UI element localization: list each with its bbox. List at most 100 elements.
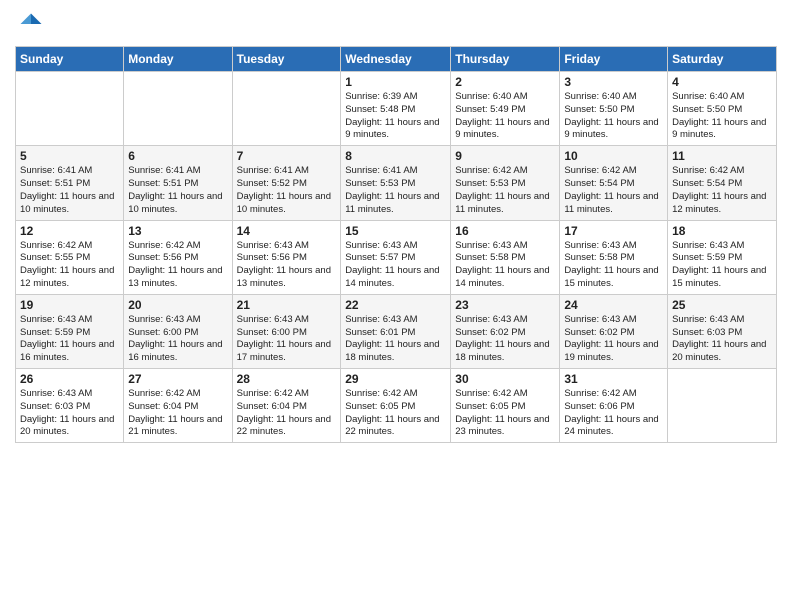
day-number: 13 <box>128 224 227 238</box>
day-info: Sunrise: 6:42 AM Sunset: 6:04 PM Dayligh… <box>237 388 337 439</box>
page: SundayMondayTuesdayWednesdayThursdayFrid… <box>0 0 792 612</box>
day-info: Sunrise: 6:43 AM Sunset: 5:59 PM Dayligh… <box>672 240 772 291</box>
day-number: 19 <box>20 298 119 312</box>
day-cell: 13Sunrise: 6:42 AM Sunset: 5:56 PM Dayli… <box>124 220 232 294</box>
day-cell: 30 Sunrise: 6:42 AM Sunset: 6:05 PM Dayli… <box>451 369 560 443</box>
day-number: 27 <box>128 372 227 386</box>
day-cell <box>16 72 124 146</box>
day-cell: 21 Sunrise: 6:43 AM Sunset: 6:00 PM Dayli… <box>232 294 341 368</box>
day-number: 3 <box>564 75 663 89</box>
day-info: Sunrise: 6:43 AM Sunset: 6:00 PM Dayligh… <box>237 314 337 365</box>
day-info: Sunrise: 6:40 AM Sunset: 5:50 PM Dayligh… <box>564 91 663 142</box>
weekday-header-wednesday: Wednesday <box>341 47 451 72</box>
day-cell: 18 Sunrise: 6:43 AM Sunset: 5:59 PM Dayli… <box>668 220 777 294</box>
day-cell: 26 Sunrise: 6:43 AM Sunset: 6:03 PM Dayli… <box>16 369 124 443</box>
day-cell: 27 Sunrise: 6:42 AM Sunset: 6:04 PM Dayli… <box>124 369 232 443</box>
day-number: 26 <box>20 372 119 386</box>
day-cell: 7 Sunrise: 6:41 AM Sunset: 5:52 PM Daylig… <box>232 146 341 220</box>
week-row-3: 12 Sunrise: 6:42 AM Sunset: 5:55 PM Dayli… <box>16 220 777 294</box>
day-number: 2 <box>455 75 555 89</box>
day-info: Sunrise: 6:40 AM Sunset: 5:50 PM Dayligh… <box>672 91 772 142</box>
day-cell: 3 Sunrise: 6:40 AM Sunset: 5:50 PM Daylig… <box>560 72 668 146</box>
day-cell <box>668 369 777 443</box>
day-number: 7 <box>237 149 337 163</box>
day-number: 20 <box>128 298 227 312</box>
day-number: 18 <box>672 224 772 238</box>
day-info: Sunrise: 6:41 AM Sunset: 5:52 PM Dayligh… <box>237 165 337 216</box>
day-number: 5 <box>20 149 119 163</box>
day-number: 17 <box>564 224 663 238</box>
week-row-1: 1 Sunrise: 6:39 AM Sunset: 5:48 PM Daylig… <box>16 72 777 146</box>
day-number: 24 <box>564 298 663 312</box>
day-cell: 12 Sunrise: 6:42 AM Sunset: 5:55 PM Dayli… <box>16 220 124 294</box>
day-number: 1 <box>345 75 446 89</box>
day-cell: 8 Sunrise: 6:41 AM Sunset: 5:53 PM Daylig… <box>341 146 451 220</box>
day-cell: 6 Sunrise: 6:41 AM Sunset: 5:51 PM Daylig… <box>124 146 232 220</box>
day-cell <box>124 72 232 146</box>
day-info: Sunrise: 6:43 AM Sunset: 5:57 PM Dayligh… <box>345 240 446 291</box>
day-info: Sunrise: 6:43 AM Sunset: 6:01 PM Dayligh… <box>345 314 446 365</box>
day-info: Sunrise: 6:42 AM Sunset: 6:05 PM Dayligh… <box>455 388 555 439</box>
day-info: Sunrise: 6:42 AM Sunset: 5:53 PM Dayligh… <box>455 165 555 216</box>
calendar: SundayMondayTuesdayWednesdayThursdayFrid… <box>15 46 777 443</box>
day-cell: 16Sunrise: 6:43 AM Sunset: 5:58 PM Dayli… <box>451 220 560 294</box>
day-number: 6 <box>128 149 227 163</box>
day-info: Sunrise: 6:42 AM Sunset: 6:05 PM Dayligh… <box>345 388 446 439</box>
day-info: Sunrise: 6:42 AM Sunset: 6:04 PM Dayligh… <box>128 388 227 439</box>
day-number: 30 <box>455 372 555 386</box>
weekday-header-thursday: Thursday <box>451 47 560 72</box>
day-number: 9 <box>455 149 555 163</box>
day-cell: 9 Sunrise: 6:42 AM Sunset: 5:53 PM Daylig… <box>451 146 560 220</box>
logo-icon <box>17 10 45 38</box>
day-number: 12 <box>20 224 119 238</box>
day-cell: 15 Sunrise: 6:43 AM Sunset: 5:57 PM Dayli… <box>341 220 451 294</box>
day-info: Sunrise: 6:43 AM Sunset: 5:58 PM Dayligh… <box>455 240 555 291</box>
day-info: Sunrise: 6:43 AM Sunset: 5:58 PM Dayligh… <box>564 240 663 291</box>
day-number: 21 <box>237 298 337 312</box>
day-number: 10 <box>564 149 663 163</box>
day-cell: 4Sunrise: 6:40 AM Sunset: 5:50 PM Daylig… <box>668 72 777 146</box>
day-info: Sunrise: 6:43 AM Sunset: 6:02 PM Dayligh… <box>564 314 663 365</box>
weekday-header-sunday: Sunday <box>16 47 124 72</box>
logo <box>15 10 45 38</box>
weekday-header-tuesday: Tuesday <box>232 47 341 72</box>
week-row-5: 26 Sunrise: 6:43 AM Sunset: 6:03 PM Dayli… <box>16 369 777 443</box>
day-number: 11 <box>672 149 772 163</box>
day-info: Sunrise: 6:41 AM Sunset: 5:53 PM Dayligh… <box>345 165 446 216</box>
day-info: Sunrise: 6:43 AM Sunset: 5:59 PM Dayligh… <box>20 314 119 365</box>
day-number: 22 <box>345 298 446 312</box>
weekday-header-saturday: Saturday <box>668 47 777 72</box>
day-info: Sunrise: 6:41 AM Sunset: 5:51 PM Dayligh… <box>128 165 227 216</box>
day-info: Sunrise: 6:43 AM Sunset: 6:02 PM Dayligh… <box>455 314 555 365</box>
day-cell: 23 Sunrise: 6:43 AM Sunset: 6:02 PM Dayli… <box>451 294 560 368</box>
header <box>15 10 777 38</box>
day-info: Sunrise: 6:39 AM Sunset: 5:48 PM Dayligh… <box>345 91 446 142</box>
day-cell: 17 Sunrise: 6:43 AM Sunset: 5:58 PM Dayli… <box>560 220 668 294</box>
day-cell: 5 Sunrise: 6:41 AM Sunset: 5:51 PM Daylig… <box>16 146 124 220</box>
day-info: Sunrise: 6:43 AM Sunset: 6:00 PM Dayligh… <box>128 314 227 365</box>
day-number: 28 <box>237 372 337 386</box>
day-cell <box>232 72 341 146</box>
day-cell: 19 Sunrise: 6:43 AM Sunset: 5:59 PM Dayli… <box>16 294 124 368</box>
day-cell: 24 Sunrise: 6:43 AM Sunset: 6:02 PM Dayli… <box>560 294 668 368</box>
day-number: 8 <box>345 149 446 163</box>
day-number: 15 <box>345 224 446 238</box>
day-info: Sunrise: 6:42 AM Sunset: 5:55 PM Dayligh… <box>20 240 119 291</box>
weekday-header-friday: Friday <box>560 47 668 72</box>
day-info: Sunrise: 6:42 AM Sunset: 6:06 PM Dayligh… <box>564 388 663 439</box>
day-cell: 25Sunrise: 6:43 AM Sunset: 6:03 PM Dayli… <box>668 294 777 368</box>
day-info: Sunrise: 6:43 AM Sunset: 6:03 PM Dayligh… <box>20 388 119 439</box>
day-number: 29 <box>345 372 446 386</box>
day-cell: 31Sunrise: 6:42 AM Sunset: 6:06 PM Dayli… <box>560 369 668 443</box>
week-row-4: 19 Sunrise: 6:43 AM Sunset: 5:59 PM Dayli… <box>16 294 777 368</box>
day-cell: 11Sunrise: 6:42 AM Sunset: 5:54 PM Dayli… <box>668 146 777 220</box>
day-cell: 28 Sunrise: 6:42 AM Sunset: 6:04 PM Dayli… <box>232 369 341 443</box>
day-cell: 2Sunrise: 6:40 AM Sunset: 5:49 PM Daylig… <box>451 72 560 146</box>
day-cell: 10 Sunrise: 6:42 AM Sunset: 5:54 PM Dayli… <box>560 146 668 220</box>
day-info: Sunrise: 6:42 AM Sunset: 5:54 PM Dayligh… <box>564 165 663 216</box>
day-info: Sunrise: 6:41 AM Sunset: 5:51 PM Dayligh… <box>20 165 119 216</box>
weekday-header-row: SundayMondayTuesdayWednesdayThursdayFrid… <box>16 47 777 72</box>
day-number: 25 <box>672 298 772 312</box>
day-cell: 29 Sunrise: 6:42 AM Sunset: 6:05 PM Dayli… <box>341 369 451 443</box>
day-number: 23 <box>455 298 555 312</box>
